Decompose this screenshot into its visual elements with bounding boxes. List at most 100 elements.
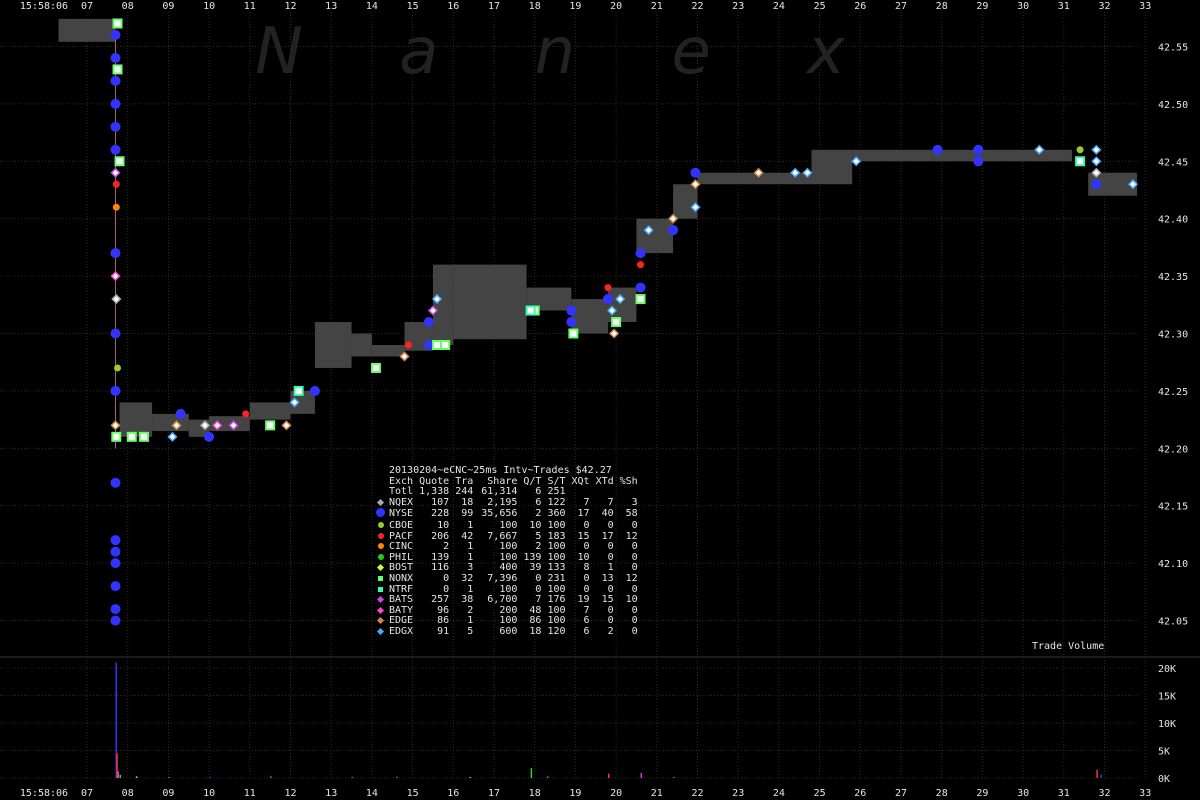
legend-cell: 0 xyxy=(607,519,614,531)
x-tick-label-bottom: 13 xyxy=(325,788,337,799)
legend-marker-icon xyxy=(376,617,385,625)
trade-point xyxy=(1091,179,1102,190)
legend-cell: 12 xyxy=(625,572,638,584)
trade-point xyxy=(112,18,123,29)
x-tick-label-bottom: 25 xyxy=(814,788,826,799)
x-tick-label-bottom: 27 xyxy=(895,788,907,799)
x-tick-label-bottom: 08 xyxy=(122,788,134,799)
trade-point xyxy=(568,328,579,339)
trade-point xyxy=(112,64,123,75)
legend-cell: 2,195 xyxy=(487,496,518,508)
trade-point xyxy=(110,420,121,431)
x-tick-label-bottom: 30 xyxy=(1017,788,1029,799)
legend-cell: 0 xyxy=(583,519,590,531)
legend-cell: 107 xyxy=(431,496,450,508)
legend-marker xyxy=(374,616,387,627)
trade-point xyxy=(110,144,121,155)
x-tick-label-bottom: 17 xyxy=(488,788,500,799)
legend-marker-icon xyxy=(376,498,385,506)
legend-cell: 1 xyxy=(467,519,474,531)
trade-point xyxy=(668,225,679,236)
legend-cell: 2 xyxy=(607,625,614,637)
trade-point xyxy=(281,420,292,431)
volume-tick-label: 5K xyxy=(1158,747,1170,758)
quote-spread-bar xyxy=(453,264,527,340)
x-tick-label-top: 14 xyxy=(366,1,378,12)
y-tick-label: 42.20 xyxy=(1158,444,1188,455)
legend-marker xyxy=(374,627,387,638)
trade-point xyxy=(138,431,149,442)
y-tick-label: 42.35 xyxy=(1158,272,1188,283)
volume-bar xyxy=(640,773,643,778)
trade-point xyxy=(611,317,622,328)
legend-cell: 5 xyxy=(467,625,474,637)
trade-point xyxy=(635,282,646,293)
legend-marker-icon xyxy=(377,532,384,539)
x-tick-label-top: 30 xyxy=(1017,1,1029,12)
trade-point xyxy=(110,52,121,63)
trade-point xyxy=(110,328,121,339)
quote-spread-bar xyxy=(351,333,372,357)
legend-marker-icon xyxy=(377,553,384,560)
x-tick-label-bottom: 33 xyxy=(1139,788,1151,799)
legend-cell: 120 xyxy=(547,625,566,637)
trade-point xyxy=(973,144,984,155)
legend-cell: 10 xyxy=(529,519,542,531)
trade-point xyxy=(110,615,121,626)
chart-title: 20130204~eCNC~25ms Intv~Trades $42.27 xyxy=(389,465,612,476)
legend-cell: 100 xyxy=(547,519,566,531)
y-tick-label: 42.10 xyxy=(1158,559,1188,570)
volume-tick-label: 20K xyxy=(1158,664,1176,675)
trade-point xyxy=(309,385,320,396)
trade-point xyxy=(110,167,121,178)
volume-bar xyxy=(209,776,211,778)
volume-tick-label: 0K xyxy=(1158,774,1170,785)
volume-bar xyxy=(546,776,549,778)
x-tick-label-top: 12 xyxy=(284,1,296,12)
trade-point xyxy=(110,248,121,259)
trade-point xyxy=(110,558,121,569)
quote-spread-bar xyxy=(571,299,608,334)
trade-point xyxy=(973,156,984,167)
trade-point xyxy=(637,261,645,269)
trade-point xyxy=(110,477,121,488)
legend-row: NONX 0 32 7,396 0 231 0 13 12 xyxy=(374,572,638,585)
volume-bar xyxy=(135,776,138,778)
x-tick-label-bottom: 09 xyxy=(162,788,174,799)
legend-marker-icon xyxy=(378,586,383,592)
trade-point xyxy=(114,364,122,372)
legend-cell: 18 xyxy=(529,625,542,637)
start-time-label-bottom: 15:58:06 xyxy=(20,788,68,799)
trade-point xyxy=(110,535,121,546)
legend-marker xyxy=(374,595,387,606)
quote-spread-bar xyxy=(249,402,291,420)
x-tick-label-top: 21 xyxy=(651,1,663,12)
x-tick-label-bottom: 22 xyxy=(691,788,703,799)
volume-bar xyxy=(270,776,272,778)
x-tick-label-top: 25 xyxy=(814,1,826,12)
legend-cell: 231 xyxy=(547,572,566,584)
trade-point xyxy=(566,317,577,328)
x-tick-label-bottom: 20 xyxy=(610,788,622,799)
x-tick-label-top: 07 xyxy=(81,1,93,12)
trade-point xyxy=(204,431,215,442)
trade-point xyxy=(110,98,121,109)
legend-marker xyxy=(374,553,387,564)
x-tick-label-top: 16 xyxy=(447,1,459,12)
y-tick-label: 42.45 xyxy=(1158,157,1188,168)
legend-marker xyxy=(374,521,387,532)
quote-spread-bar xyxy=(371,344,405,357)
x-tick-label-top: 32 xyxy=(1098,1,1110,12)
y-tick-label: 42.05 xyxy=(1158,617,1188,628)
y-tick-label: 42.15 xyxy=(1158,502,1188,513)
legend-cell: CBOE xyxy=(389,519,414,531)
trade-point xyxy=(126,431,137,442)
trade-point xyxy=(423,317,434,328)
legend-cell: XTd xyxy=(595,475,614,487)
quote-spread-bar xyxy=(119,402,153,437)
legend-cell: EDGX xyxy=(389,625,414,637)
volume-bar xyxy=(117,771,120,778)
x-tick-label-top: 29 xyxy=(976,1,988,12)
x-tick-label-top: 19 xyxy=(569,1,581,12)
trade-point xyxy=(1075,156,1086,167)
